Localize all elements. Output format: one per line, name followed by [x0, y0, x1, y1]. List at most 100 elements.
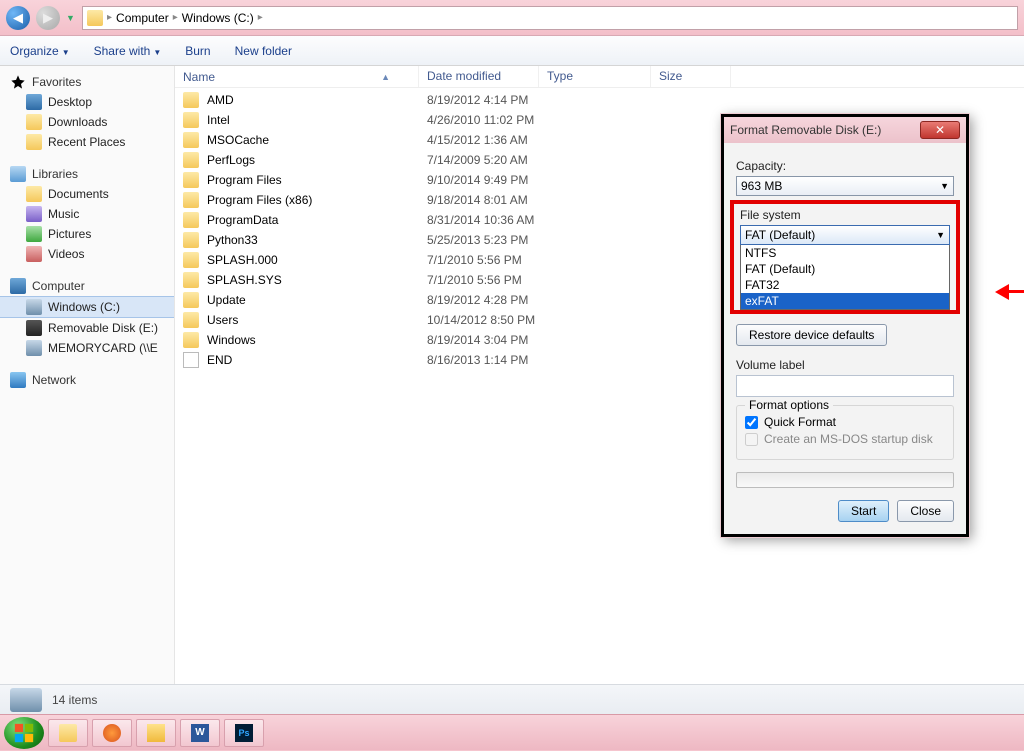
folder-icon: [183, 272, 199, 288]
item-count: 14 items: [52, 693, 97, 707]
network-icon: [10, 372, 26, 388]
folder-icon: [183, 312, 199, 328]
share-menu[interactable]: Share with▼: [94, 44, 162, 58]
pictures-icon: [26, 226, 42, 242]
folder-icon: [183, 292, 199, 308]
favorites-header[interactable]: Favorites: [0, 72, 174, 92]
filesystem-option[interactable]: NTFS: [741, 245, 949, 261]
file-date: 7/1/2010 5:56 PM: [427, 253, 547, 267]
sidebar-item-windows-c[interactable]: Windows (C:): [0, 296, 174, 318]
col-date[interactable]: Date modified: [419, 66, 539, 87]
start-button[interactable]: Start: [838, 500, 889, 522]
format-options-group: Format options Quick Format Create an MS…: [736, 405, 954, 460]
file-name: Windows: [207, 333, 427, 347]
file-name: ProgramData: [207, 213, 427, 227]
sidebar-item-videos[interactable]: Videos: [0, 244, 174, 264]
close-dialog-button[interactable]: Close: [897, 500, 954, 522]
folder-icon: [183, 132, 199, 148]
file-date: 8/31/2014 10:36 AM: [427, 213, 547, 227]
history-dropdown[interactable]: ▼: [66, 13, 76, 23]
file-name: Intel: [207, 113, 427, 127]
file-date: 8/19/2012 4:28 PM: [427, 293, 547, 307]
sidebar-item-desktop[interactable]: Desktop: [0, 92, 174, 112]
close-button[interactable]: ✕: [920, 121, 960, 139]
task-explorer[interactable]: [48, 719, 88, 747]
computer-icon: [10, 278, 26, 294]
col-size[interactable]: Size: [651, 66, 731, 87]
close-icon: ✕: [935, 123, 945, 137]
file-date: 8/19/2014 3:04 PM: [427, 333, 547, 347]
file-name: END: [207, 353, 427, 367]
breadcrumb-drive[interactable]: Windows (C:): [182, 11, 254, 25]
removable-icon: [26, 320, 42, 336]
sidebar-item-removable-e[interactable]: Removable Disk (E:): [0, 318, 174, 338]
task-app[interactable]: [136, 719, 176, 747]
filesystem-option[interactable]: FAT (Default): [741, 261, 949, 277]
msdos-checkbox[interactable]: Create an MS-DOS startup disk: [745, 432, 945, 446]
dialog-body: Capacity: 963 MB▼ File system FAT (Defau…: [724, 143, 966, 534]
folder-icon: [183, 332, 199, 348]
chevron-right-icon: ▸: [258, 12, 263, 23]
network-drive-icon: [26, 340, 42, 356]
organize-menu[interactable]: Organize▼: [10, 44, 70, 58]
documents-icon: [26, 186, 42, 202]
capacity-select[interactable]: 963 MB▼: [736, 176, 954, 196]
file-name: SPLASH.000: [207, 253, 427, 267]
network-header[interactable]: Network: [0, 370, 174, 390]
desktop-icon: [26, 94, 42, 110]
sidebar-item-documents[interactable]: Documents: [0, 184, 174, 204]
arrow-line: [1005, 290, 1024, 293]
dialog-titlebar[interactable]: Format Removable Disk (E:) ✕: [724, 117, 966, 143]
sidebar-item-pictures[interactable]: Pictures: [0, 224, 174, 244]
chevron-down-icon: ▼: [940, 181, 949, 191]
breadcrumb[interactable]: ▸ Computer ▸ Windows (C:) ▸: [82, 6, 1018, 30]
breadcrumb-root[interactable]: Computer: [116, 11, 169, 25]
volume-label-label: Volume label: [736, 358, 954, 372]
new-folder-button[interactable]: New folder: [235, 44, 292, 58]
arrow-annotation: [995, 284, 1024, 300]
folder-icon: [183, 192, 199, 208]
sidebar-item-music[interactable]: Music: [0, 204, 174, 224]
filesystem-highlight: File system FAT (Default)▼ NTFSFAT (Defa…: [730, 200, 960, 314]
videos-icon: [26, 246, 42, 262]
task-firefox[interactable]: [92, 719, 132, 747]
filesystem-select[interactable]: FAT (Default)▼: [740, 225, 950, 245]
word-icon: W: [191, 724, 209, 742]
file-date: 8/19/2012 4:14 PM: [427, 93, 547, 107]
file-name: AMD: [207, 93, 427, 107]
quick-format-checkbox[interactable]: Quick Format: [745, 415, 945, 429]
task-word[interactable]: W: [180, 719, 220, 747]
file-name: Python33: [207, 233, 427, 247]
col-type[interactable]: Type: [539, 66, 651, 87]
task-photoshop[interactable]: Ps: [224, 719, 264, 747]
back-button[interactable]: ◀: [6, 6, 30, 30]
sidebar-item-downloads[interactable]: Downloads: [0, 112, 174, 132]
sidebar-item-recent[interactable]: Recent Places: [0, 132, 174, 152]
col-name[interactable]: Name▲: [175, 66, 419, 87]
chevron-right-icon: ▸: [173, 12, 178, 23]
start-button[interactable]: [4, 717, 44, 749]
folder-icon: [183, 112, 199, 128]
star-icon: [10, 74, 26, 90]
filesystem-option[interactable]: exFAT: [741, 293, 949, 309]
file-date: 7/1/2010 5:56 PM: [427, 273, 547, 287]
filesystem-option[interactable]: FAT32: [741, 277, 949, 293]
sidebar-item-memorycard[interactable]: MEMORYCARD (\\E: [0, 338, 174, 358]
folder-icon: [183, 172, 199, 188]
restore-defaults-button[interactable]: Restore device defaults: [736, 324, 887, 346]
burn-button[interactable]: Burn: [185, 44, 210, 58]
forward-button[interactable]: ▶: [36, 6, 60, 30]
file-row[interactable]: AMD8/19/2012 4:14 PM: [175, 90, 1024, 110]
file-name: Users: [207, 313, 427, 327]
column-headers: Name▲ Date modified Type Size: [175, 66, 1024, 88]
music-icon: [26, 206, 42, 222]
file-name: Program Files: [207, 173, 427, 187]
computer-header[interactable]: Computer: [0, 276, 174, 296]
folder-icon: [183, 232, 199, 248]
drive-icon: [26, 299, 42, 315]
taskbar: W Ps: [0, 714, 1024, 750]
libraries-header[interactable]: Libraries: [0, 164, 174, 184]
volume-label-input[interactable]: [736, 375, 954, 397]
file-date: 10/14/2012 8:50 PM: [427, 313, 547, 327]
firefox-icon: [103, 724, 121, 742]
